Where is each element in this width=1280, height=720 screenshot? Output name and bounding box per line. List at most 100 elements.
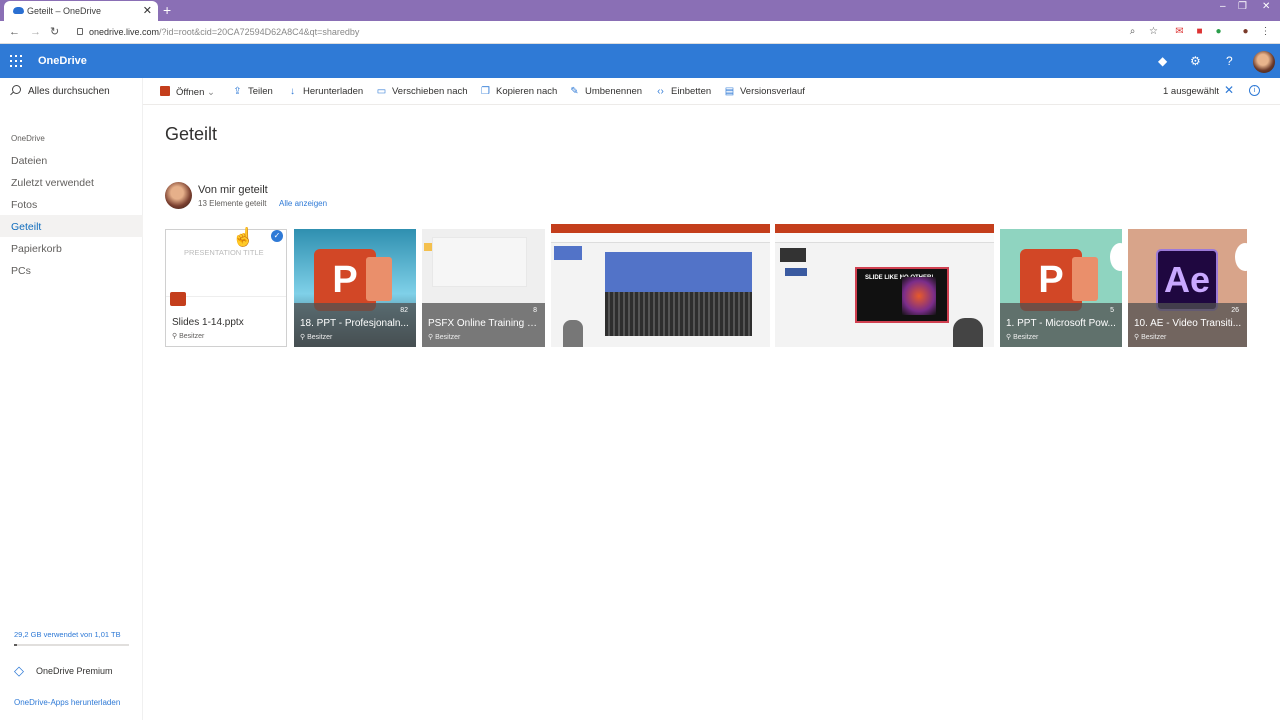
extension-grammarly-icon[interactable]: ● <box>1212 25 1225 38</box>
file-tile[interactable]: PRESENTATION TITLE ✓ Slides 1-14.pptx ⚲ … <box>165 229 287 347</box>
clear-selection-icon[interactable]: ✕ <box>1224 83 1234 97</box>
toolbar-preview <box>551 233 770 243</box>
video-tile[interactable]: SLIDE LIKE NO OTHER! <box>775 224 994 347</box>
move-icon: ▭ <box>376 86 387 97</box>
version-history-button[interactable]: ▤ Versionsverlauf <box>724 86 805 97</box>
premium-diamond-icon: ◇ <box>14 663 24 678</box>
premium-label: OneDrive Premium <box>36 666 113 676</box>
close-tab-icon[interactable]: ✕ <box>143 4 152 17</box>
command-bar: Öffnen ⌄ ⇪ Teilen ↓ Herunterladen ▭ Verschi… <box>143 78 1280 105</box>
premium-link[interactable]: ◇ OneDrive Premium <box>14 663 113 678</box>
avatar[interactable] <box>1253 51 1275 73</box>
sidebar-item-dateien[interactable]: Dateien <box>0 149 143 171</box>
folder-tile[interactable]: 8 PSFX Online Training -... ⚲ Besitzer <box>422 229 545 347</box>
sidebar: Alles durchsuchen OneDrive Dateien Zulet… <box>0 78 143 720</box>
move-to-button[interactable]: ▭ Verschieben nach <box>376 86 468 97</box>
copy-icon: ❐ <box>481 86 490 97</box>
sidebar-item-fotos[interactable]: Fotos <box>0 193 143 215</box>
folder-tile[interactable]: Ae 26 10. AE - Video Transiti... ⚲ Besit… <box>1128 229 1247 347</box>
folder-tile[interactable]: P 82 18. PPT - Profesjonaln... ⚲ Besitze… <box>294 229 416 347</box>
search-box[interactable]: Alles durchsuchen <box>12 85 110 97</box>
reload-icon[interactable]: ↻ <box>50 25 59 39</box>
document-preview <box>432 237 527 287</box>
download-label: Herunterladen <box>303 86 364 97</box>
gear-icon[interactable]: ⚙ <box>1190 54 1201 68</box>
browser-menu-icon[interactable]: ⋮ <box>1259 25 1272 38</box>
tile-name: PSFX Online Training -... <box>428 318 538 329</box>
profile-icon[interactable]: ● <box>1239 25 1252 38</box>
new-tab-button[interactable]: + <box>163 3 171 17</box>
close-window-icon[interactable]: ✕ <box>1262 0 1270 14</box>
tile-preview-text: PRESENTATION TITLE <box>184 248 264 257</box>
storage-progress-bar <box>14 644 129 646</box>
sidebar-item-zuletzt[interactable]: Zuletzt verwendet <box>0 171 143 193</box>
presenter-image <box>953 318 983 347</box>
tile-role: ⚲ Besitzer <box>300 333 332 341</box>
tile-role: ⚲ Besitzer <box>1006 333 1038 341</box>
powerpoint-logo-icon: P <box>314 249 392 311</box>
tile-name: 1. PPT - Microsoft Pow... <box>1006 318 1116 329</box>
copy-to-button[interactable]: ❐ Kopieren nach <box>480 86 557 97</box>
slide-preview: SLIDE LIKE NO OTHER! <box>855 267 949 323</box>
share-label: Teilen <box>248 86 273 97</box>
code-icon: ‹› <box>657 86 664 97</box>
lock-icon <box>77 28 83 35</box>
tile-role-label: Besitzer <box>1141 334 1167 341</box>
help-icon[interactable]: ? <box>1226 54 1233 68</box>
extension-mail-icon[interactable]: ✉ <box>1173 25 1186 38</box>
minimize-icon[interactable]: – <box>1220 0 1226 14</box>
section-title: Von mir geteilt <box>198 184 268 196</box>
page-title: Geteilt <box>165 124 218 144</box>
folder-tile[interactable]: P 5 1. PPT - Microsoft Pow... ⚲ Besitzer <box>1000 229 1122 347</box>
app-launcher-icon[interactable] <box>10 55 22 67</box>
zoom-icon[interactable]: ⌕ <box>1126 25 1139 38</box>
onedrive-favicon-icon <box>13 7 24 14</box>
embed-button[interactable]: ‹› Einbetten <box>655 86 711 97</box>
powerpoint-file-icon <box>170 292 186 306</box>
sidebar-item-papierkorb[interactable]: Papierkorb <box>0 237 143 259</box>
rename-button[interactable]: ✎ Umbenennen <box>569 86 642 97</box>
video-tile[interactable] <box>551 224 770 347</box>
download-icon: ↓ <box>290 86 295 97</box>
tile-name: 10. AE - Video Transiti... <box>1134 318 1242 329</box>
pencil-icon: ✎ <box>570 86 579 97</box>
share-icon: ⇪ <box>233 86 242 97</box>
url-host: onedrive.live.com <box>89 27 160 37</box>
history-icon: ▤ <box>724 86 735 97</box>
sidebar-item-geteilt[interactable]: Geteilt <box>0 215 143 237</box>
selected-check-icon[interactable]: ✓ <box>271 230 283 242</box>
after-effects-logo-icon: Ae <box>1156 249 1218 311</box>
tile-role: ⚲ Besitzer <box>1134 333 1166 341</box>
forward-icon[interactable]: → <box>30 25 41 39</box>
tile-role-label: Besitzer <box>435 334 461 341</box>
bookmark-star-icon[interactable]: ☆ <box>1147 25 1160 38</box>
folder-icon <box>424 243 432 251</box>
download-button[interactable]: ↓ Herunterladen <box>287 86 363 97</box>
browser-tab[interactable]: Geteilt – OneDrive ✕ <box>4 1 158 21</box>
extension-gmail-icon[interactable]: ■ <box>1193 25 1206 38</box>
storage-usage[interactable]: 29,2 GB verwendet von 1,01 TB <box>14 630 121 639</box>
search-label: Alles durchsuchen <box>28 86 110 97</box>
brand-title[interactable]: OneDrive <box>38 55 87 67</box>
url-path: /?id=root&cid=20CA72594D62A8C4&qt=shared… <box>159 27 360 37</box>
tile-role-label: Besitzer <box>1013 334 1039 341</box>
address-bar: ← → ↻ onedrive.live.com/?id=root&cid=20C… <box>0 21 1280 44</box>
toolbar-preview <box>775 233 994 243</box>
diamond-icon[interactable]: ◆ <box>1158 54 1167 68</box>
section-count: 13 Elemente geteilt <box>198 199 267 208</box>
info-icon[interactable]: i <box>1249 85 1260 96</box>
url-field[interactable]: onedrive.live.com/?id=root&cid=20CA72594… <box>75 24 1130 41</box>
show-all-link[interactable]: Alle anzeigen <box>279 199 327 208</box>
tile-name: Slides 1-14.pptx <box>172 317 244 328</box>
share-button[interactable]: ⇪ Teilen <box>232 86 273 97</box>
tile-role-label: Besitzer <box>179 333 205 340</box>
sidebar-item-pcs[interactable]: PCs <box>0 259 143 281</box>
ribbon-preview <box>775 224 994 233</box>
apps-download-link[interactable]: OneDrive-Apps herunterladen <box>14 698 120 707</box>
open-button[interactable]: Öffnen ⌄ <box>160 86 215 98</box>
tile-name: 18. PPT - Profesjonaln... <box>300 318 409 329</box>
back-icon[interactable]: ← <box>9 25 20 39</box>
storage-progress-fill <box>14 644 18 646</box>
owner-avatar <box>165 182 192 209</box>
maximize-icon[interactable]: ❐ <box>1238 0 1247 14</box>
